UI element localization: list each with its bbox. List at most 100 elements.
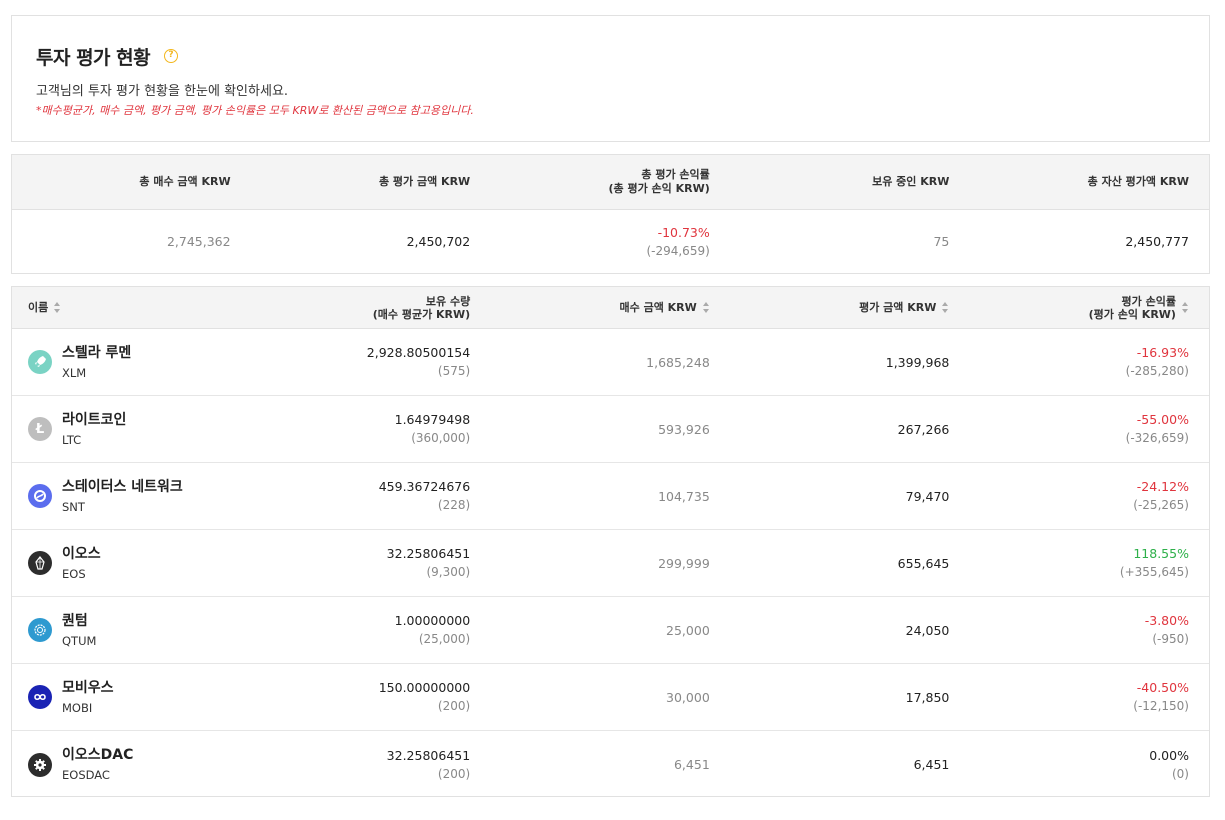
buy-amount-cell: 593,926 [490, 396, 730, 462]
eval-amount: 6,451 [913, 757, 950, 772]
coin-symbol: MOBI [62, 700, 93, 715]
qty-cell: 1.64979498 (360,000) [251, 396, 491, 462]
pnl-cell: 0.00% (0) [969, 731, 1209, 798]
table-row[interactable]: 스테이터스 네트워크 SNT 459.36724676 (228) 104,735 79,… [12, 463, 1209, 530]
mobius-icon [28, 685, 52, 709]
total-pnl-value: (-294,659) [646, 244, 710, 258]
page-description: 고객님의 투자 평가 현황을 한눈에 확인하세요. [36, 84, 289, 99]
avg-buy-price: (200) [437, 699, 471, 713]
holding-qty: 1.64979498 [394, 412, 471, 427]
coin-cell: 이오스DAC EOSDAC [12, 731, 251, 798]
coin-cell: 이오스 EOS [12, 530, 251, 596]
avg-buy-price: (228) [437, 498, 471, 512]
total-pnl-rate-label-text: 총 평가 손익률 [641, 168, 710, 181]
table-row[interactable]: 모비우스 MOBI 150.00000000 (200) 30,000 17,850 -40… [12, 664, 1209, 731]
name-header-label: 이름 [28, 301, 49, 314]
rocket-icon [28, 350, 52, 374]
qty-cell: 32.25806451 (200) [251, 731, 491, 798]
qty-cell: 1.00000000 (25,000) [251, 597, 491, 663]
eval-amount-cell: 79,470 [730, 463, 970, 529]
holding-qty: 1.00000000 [394, 613, 471, 628]
coin-symbol: SNT [62, 499, 85, 514]
pnl-amount: (-285,280) [1125, 364, 1189, 378]
buy-amount-cell: 299,999 [490, 530, 730, 596]
table-row[interactable]: 퀀텀 QTUM 1.00000000 (25,000) 25,000 24,050 -3.8… [12, 597, 1209, 664]
table-row[interactable]: 스텔라 루멘 XLM 2,928.80500154 (575) 1,685,248 1,3… [12, 329, 1209, 396]
eval-amount: 655,645 [897, 555, 950, 571]
holdings-header: 이름 보유 수량 (매수 평균가 KRW) 매수 금액 KRW 평가 금액 KR… [12, 287, 1209, 329]
sort-buy-amount-header[interactable]: 매수 금액 KRW [490, 287, 730, 328]
krw-held-label-text: 보유 중인 KRW [872, 175, 950, 188]
coin-symbol: XLM [62, 365, 87, 380]
qty-cell: 2,928.80500154 (575) [251, 329, 491, 395]
total-asset-label-text: 총 자산 평가액 KRW [1087, 175, 1189, 188]
qtum-icon [28, 618, 52, 642]
coin-cell: 스테이터스 네트워크 SNT [12, 463, 251, 529]
holdings-rows: 스텔라 루멘 XLM 2,928.80500154 (575) 1,685,248 1,3… [12, 329, 1209, 798]
eval-amount-cell: 6,451 [730, 731, 970, 798]
coin-name[interactable]: 퀀텀 [62, 612, 96, 630]
overview-header: 투자 평가 현황 ? 고객님의 투자 평가 현황을 한눈에 확인하세요. *매수… [11, 15, 1210, 142]
total-pnl-sub-label-text: (총 평가 손익 KRW) [608, 182, 710, 195]
table-row[interactable]: 이오스 EOS 32.25806451 (9,300) 299,999 655,645 11… [12, 530, 1209, 597]
coin-symbol: EOS [62, 566, 86, 581]
coin-name[interactable]: 이오스 [62, 545, 101, 563]
pnl-amount: (+355,645) [1119, 565, 1189, 579]
coin-name[interactable]: 스테이터스 네트워크 [62, 478, 183, 496]
eval-amount-cell: 24,050 [730, 597, 970, 663]
buy-amount-cell: 6,451 [490, 731, 730, 798]
eval-amount-cell: 267,266 [730, 396, 970, 462]
eval-amount-header-label: 평가 금액 KRW [859, 301, 937, 314]
holding-qty: 459.36724676 [378, 479, 471, 494]
holding-qty: 32.25806451 [386, 546, 471, 561]
eval-amount: 267,266 [897, 421, 950, 437]
sort-eval-amount-header[interactable]: 평가 금액 KRW [730, 287, 970, 328]
summary-header: 총 매수 금액 KRW 총 평가 금액 KRW 총 평가 손익률 (총 평가 손… [12, 155, 1209, 210]
coin-name[interactable]: 스텔라 루멘 [62, 344, 131, 362]
total-eval-label: 총 평가 금액 KRW [251, 155, 491, 209]
qty-cell: 32.25806451 (9,300) [251, 530, 491, 596]
pnl-rate: -55.00% [1136, 412, 1189, 427]
buy-amount: 299,999 [658, 555, 710, 571]
table-row[interactable]: 이오스DAC EOSDAC 32.25806451 (200) 6,451 6,451 0.… [12, 731, 1209, 798]
coin-name[interactable]: 모비우스 [62, 679, 114, 697]
help-icon[interactable]: ? [164, 49, 178, 63]
buy-amount-header-label: 매수 금액 KRW [619, 301, 697, 314]
avg-buy-price: (575) [437, 364, 471, 378]
eos-icon [28, 551, 52, 575]
pnl-header-label: 평가 손익률 [1121, 294, 1176, 308]
litecoin-icon: Ł [28, 417, 52, 441]
pnl-cell: 118.55% (+355,645) [969, 530, 1209, 596]
page-title: 투자 평가 현황 [36, 47, 151, 69]
sort-icon [942, 302, 949, 313]
pnl-rate: -24.12% [1136, 479, 1189, 494]
total-asset-value: 2,450,777 [1125, 234, 1189, 249]
eval-amount-cell: 17,850 [730, 664, 970, 730]
coin-name[interactable]: 라이트코인 [62, 411, 126, 429]
eval-amount: 79,470 [905, 488, 950, 504]
pnl-cell: -24.12% (-25,265) [969, 463, 1209, 529]
buy-amount: 593,926 [658, 421, 710, 437]
pnl-cell: -55.00% (-326,659) [969, 396, 1209, 462]
pnl-cell: -3.80% (-950) [969, 597, 1209, 663]
buy-amount: 30,000 [666, 689, 710, 705]
krw-held-value: 75 [933, 234, 950, 249]
pnl-rate: -3.80% [1144, 613, 1189, 628]
summary-values: 2,745,362 2,450,702 -10.73% (-294,659) 7… [12, 210, 1209, 274]
buy-amount-cell: 104,735 [490, 463, 730, 529]
pnl-amount: (0) [1171, 766, 1189, 781]
eval-amount-cell: 1,399,968 [730, 329, 970, 395]
buy-amount-cell: 30,000 [490, 664, 730, 730]
holdings-table: 이름 보유 수량 (매수 평균가 KRW) 매수 금액 KRW 평가 금액 KR… [11, 286, 1210, 797]
avg-buy-price: (200) [437, 766, 471, 781]
table-row[interactable]: Ł 라이트코인 LTC 1.64979498 (360,000) 593,926 267,2… [12, 396, 1209, 463]
coin-name[interactable]: 이오스DAC [62, 746, 133, 764]
total-asset-label: 총 자산 평가액 KRW [969, 155, 1209, 209]
total-pnl-label: 총 평가 손익률 (총 평가 손익 KRW) [490, 155, 730, 209]
pnl-rate: -16.93% [1136, 345, 1189, 360]
avg-buy-price: (360,000) [411, 431, 471, 445]
sort-name-header[interactable]: 이름 [12, 287, 251, 328]
sort-icon [702, 302, 710, 313]
sort-pnl-header[interactable]: 평가 손익률 (평가 손익 KRW) [969, 287, 1209, 328]
buy-amount: 1,685,248 [646, 354, 710, 370]
